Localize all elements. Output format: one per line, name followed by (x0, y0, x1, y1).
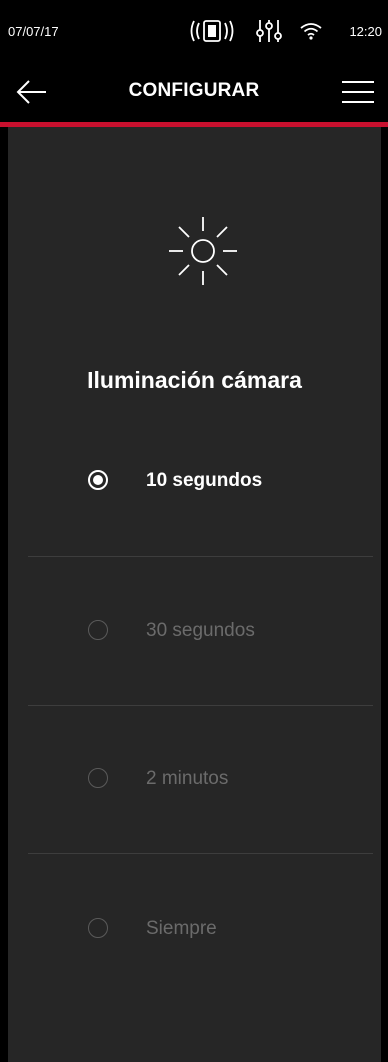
radio-unselected-icon[interactable] (88, 918, 108, 938)
divider (28, 556, 373, 557)
wifi-icon (300, 22, 322, 45)
option-10-segundos[interactable]: 10 segundos (28, 442, 373, 522)
equalizer-icon (256, 18, 282, 49)
option-2-minutos[interactable]: 2 minutos (28, 740, 373, 820)
option-siempre[interactable]: Siempre (28, 890, 373, 970)
status-date: 07/07/17 (8, 24, 59, 39)
option-label: 2 minutos (146, 768, 229, 789)
section-title: Iluminación cámara (87, 367, 302, 393)
page-title: CONFIGURAR (128, 80, 260, 101)
option-label: 10 segundos (146, 470, 263, 491)
radio-unselected-icon[interactable] (88, 620, 108, 640)
app-header: CONFIGURAR (0, 62, 388, 122)
status-bar: 07/07/17 12:20 (0, 0, 388, 62)
radio-selected-icon[interactable] (88, 470, 108, 490)
option-label: Siempre (146, 918, 217, 939)
settings-panel: Iluminación cámara 10 segundos 30 segund… (8, 127, 381, 1062)
divider (28, 853, 373, 854)
status-time: 12:20 (349, 24, 382, 39)
sun-icon (163, 211, 243, 291)
menu-button[interactable] (340, 76, 376, 108)
radio-unselected-icon[interactable] (88, 768, 108, 788)
divider (28, 705, 373, 706)
option-30-segundos[interactable]: 30 segundos (28, 592, 373, 672)
vibrate-icon (188, 18, 236, 49)
option-label: 30 segundos (146, 620, 255, 641)
hamburger-menu-icon (340, 81, 376, 112)
